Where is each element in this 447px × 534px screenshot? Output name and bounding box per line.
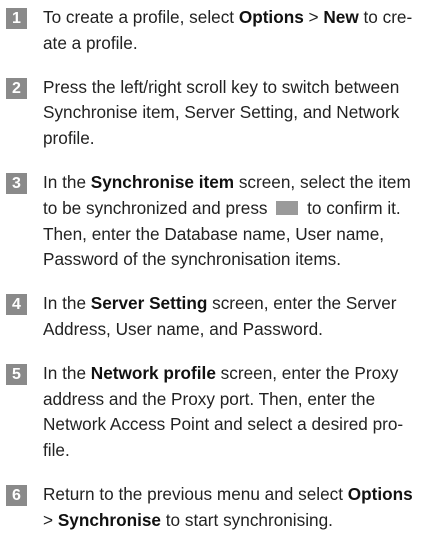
step-text: In the Network profile screen, enter the… bbox=[43, 361, 443, 464]
text-run: to be synchronized and press bbox=[43, 197, 273, 218]
step-text: Press the left/right scroll key to switc… bbox=[43, 75, 443, 152]
step-number-badge: 5 bbox=[6, 363, 27, 385]
step-item: 6 Return to the previous menu and select … bbox=[6, 482, 443, 534]
step-text: In the Server Setting screen, enter the … bbox=[43, 291, 443, 343]
text-run: screen, select the item bbox=[234, 171, 411, 192]
step-item: 4 In the Server Setting screen, enter the… bbox=[6, 291, 443, 343]
text-run: address and the Proxy port. Then, enter … bbox=[43, 388, 376, 409]
text-run: To create a profile, select bbox=[43, 7, 239, 27]
text-run: file. bbox=[43, 440, 70, 461]
step-number-badge: 3 bbox=[6, 172, 27, 194]
text-run: screen, enter the Proxy bbox=[215, 362, 399, 383]
step-text: To create a profile, select Options > Ne… bbox=[43, 5, 443, 57]
text-run: Return to the previous menu and select bbox=[43, 483, 348, 504]
text-run: to start synchronising. bbox=[160, 509, 333, 530]
step-item: 2 Press the left/right scroll key to swit… bbox=[6, 75, 443, 152]
text-run: > bbox=[303, 7, 324, 27]
text-run: Password of the synchronisation items. bbox=[43, 249, 342, 270]
text-run: > bbox=[43, 509, 58, 530]
text-run: In the bbox=[43, 293, 91, 314]
text-run: Address, User name, and Password. bbox=[43, 318, 323, 339]
step-text: Return to the previous menu and select O… bbox=[43, 482, 443, 534]
bold-term: Synchronise bbox=[57, 509, 161, 530]
bold-term: Options bbox=[238, 7, 304, 27]
text-run: Then, enter the Database name, User name… bbox=[43, 223, 385, 244]
step-text: In the Synchronise item screen, select t… bbox=[43, 170, 443, 273]
step-number-badge: 2 bbox=[6, 77, 27, 99]
bold-term: New bbox=[323, 7, 359, 27]
bold-term: Synchronise item bbox=[90, 171, 235, 192]
confirm-key-icon bbox=[276, 200, 299, 215]
text-run: Synchronise item, Server Setting, and Ne… bbox=[43, 102, 400, 123]
bold-term: Network profile bbox=[90, 362, 216, 383]
text-run: ate a profile. bbox=[43, 32, 138, 53]
text-run: In the bbox=[43, 171, 91, 192]
step-item: 1 To create a profile, select Options > N… bbox=[6, 5, 443, 57]
step-item: 5 In the Network profile screen, enter th… bbox=[6, 361, 443, 464]
step-number-badge: 6 bbox=[6, 484, 27, 506]
text-run: Network Access Point and select a desire… bbox=[43, 414, 404, 435]
text-run: to cre- bbox=[358, 7, 413, 27]
text-run: to confirm it. bbox=[302, 197, 401, 218]
step-number-badge: 4 bbox=[6, 294, 27, 316]
text-run: screen, enter the Server bbox=[207, 293, 397, 314]
text-run: In the bbox=[43, 362, 91, 383]
text-run: Press the left/right scroll key to switc… bbox=[43, 76, 400, 97]
bold-term: Server Setting bbox=[90, 293, 208, 314]
step-number-badge: 1 bbox=[6, 8, 27, 29]
step-item: 3 In the Synchronise item screen, select … bbox=[6, 170, 443, 273]
instruction-steps: 1 To create a profile, select Options > N… bbox=[6, 5, 443, 534]
bold-term: Options bbox=[347, 483, 413, 504]
text-run: profile. bbox=[43, 128, 95, 149]
